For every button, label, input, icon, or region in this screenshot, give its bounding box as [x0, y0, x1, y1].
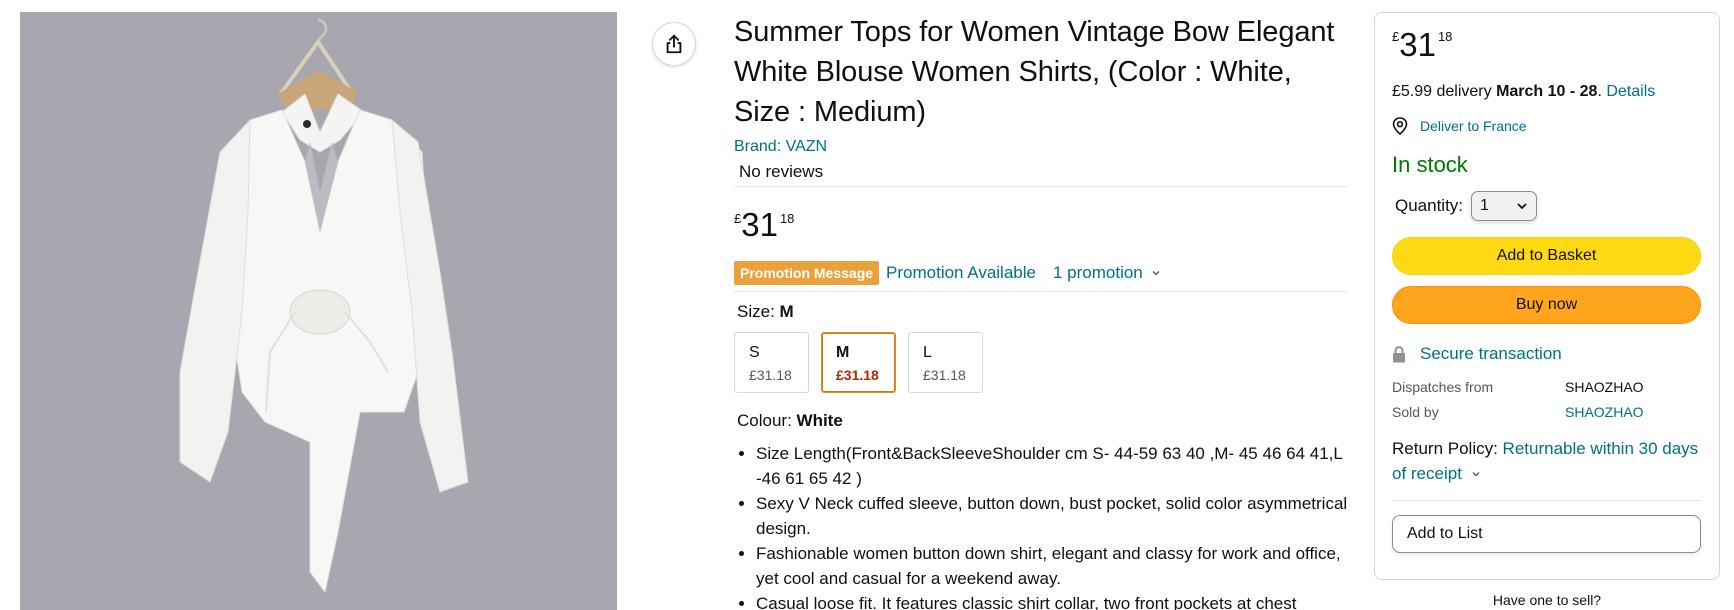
brand-link[interactable]: Brand: VAZN	[734, 136, 1348, 158]
colour-label: Colour: White	[734, 409, 1348, 433]
secure-transaction-label: Secure transaction	[1420, 344, 1562, 363]
promotion-row: Promotion Message Promotion Available 1 …	[734, 259, 1348, 287]
price-whole: 31	[741, 206, 778, 243]
delivery-info: £5.99 delivery March 10 - 28. Details	[1392, 81, 1702, 103]
product-page: Summer Tops for Women Vintage Bow Elegan…	[0, 0, 1734, 610]
size-option-price: £31.18	[836, 367, 879, 383]
chevron-down-icon	[1152, 271, 1160, 276]
price-symbol: £	[1392, 29, 1400, 44]
size-selected: M	[779, 302, 794, 321]
divider	[734, 186, 1348, 187]
quantity-value: 1	[1480, 197, 1489, 214]
product-details: Summer Tops for Women Vintage Bow Elegan…	[734, 12, 1348, 610]
divider	[1392, 500, 1702, 501]
reviews-text: No reviews	[739, 162, 824, 181]
location-pin-icon	[1392, 117, 1408, 135]
size-swatches: S £31.18 M £31.18 L £31.18	[734, 332, 1348, 393]
chevron-down-icon[interactable]	[1471, 469, 1481, 479]
quantity-select[interactable]: 1	[1471, 191, 1538, 221]
secure-transaction-link[interactable]: Secure transaction	[1392, 344, 1702, 364]
promotion-count-label: 1 promotion	[1052, 263, 1143, 282]
chevron-down-icon	[1517, 203, 1527, 210]
return-policy: Return Policy: Returnable within 30 days…	[1392, 436, 1702, 486]
delivery-dates: March 10 - 28	[1496, 83, 1598, 100]
size-option-m[interactable]: M £31.18	[821, 332, 896, 393]
white-blouse-image	[20, 12, 617, 610]
feature-bullets: Size Length(Front&BackSleeveShoulder cm …	[734, 441, 1348, 610]
delivery-fee: £5.99 delivery	[1392, 83, 1497, 100]
size-option-l[interactable]: L £31.18	[908, 332, 983, 393]
buybox-price: £ 31 18	[1392, 27, 1702, 67]
size-option-label: M	[836, 344, 850, 361]
product-title: Summer Tops for Women Vintage Bow Elegan…	[734, 16, 1335, 128]
size-label-text: Size:	[737, 302, 780, 321]
feature-bullet: Size Length(Front&BackSleeveShoulder cm …	[756, 441, 1348, 491]
divider	[734, 291, 1348, 292]
price-whole: 31	[1399, 26, 1436, 63]
size-option-s[interactable]: S £31.18	[734, 332, 809, 393]
promotion-badge: Promotion Message	[734, 261, 880, 285]
colour-selected: White	[796, 411, 843, 430]
dispatches-from-label: Dispatches from	[1392, 379, 1494, 395]
product-image[interactable]	[20, 12, 617, 610]
have-one-to-sell: Have one to sell?	[1492, 592, 1602, 608]
dispatches-from-value: SHAOZHAO	[1565, 379, 1644, 395]
share-icon	[666, 34, 682, 54]
feature-bullet: Fashionable women button down shirt, ele…	[756, 541, 1348, 591]
delivery-details-link[interactable]: Details	[1606, 83, 1655, 100]
size-option-label: L	[923, 344, 932, 361]
feature-bullet: Casual loose fit. It features classic sh…	[756, 591, 1348, 610]
size-option-label: S	[749, 344, 760, 361]
delivery-sep: .	[1597, 83, 1607, 100]
buy-box: £ 31 18 £5.99 delivery March 10 - 28. De…	[1374, 12, 1720, 580]
promotion-count-dropdown[interactable]: 1 promotion	[1053, 263, 1161, 283]
price-symbol: £	[734, 211, 742, 226]
feature-bullet: Sexy V Neck cuffed sleeve, button down, …	[756, 491, 1348, 541]
price-fraction: 18	[779, 211, 795, 226]
quantity-label: Quantity:	[1395, 196, 1464, 215]
size-option-price: £31.18	[749, 367, 792, 383]
quantity-row: Quantity: 1	[1392, 191, 1702, 221]
add-to-basket-button[interactable]: Add to Basket	[1392, 237, 1701, 275]
lock-icon	[1393, 345, 1405, 362]
size-label: Size: M	[734, 300, 1348, 324]
return-policy-label: Return Policy:	[1392, 439, 1503, 458]
promotion-available-link[interactable]: Promotion Available	[886, 263, 1036, 283]
colour-label-text: Colour:	[737, 411, 797, 430]
deliver-to-label: Deliver to France	[1420, 118, 1527, 134]
stock-status: In stock	[1392, 152, 1468, 177]
buy-now-button[interactable]: Buy now	[1392, 286, 1701, 324]
size-option-price: £31.18	[923, 367, 966, 383]
dispatches-from-row: Dispatches from SHAOZHAO	[1392, 378, 1702, 397]
sold-by-row: Sold by SHAOZHAO	[1392, 403, 1702, 422]
deliver-to-link[interactable]: Deliver to France	[1392, 117, 1702, 135]
sold-by-label: Sold by	[1392, 404, 1439, 420]
product-price: £ 31 18	[734, 207, 1348, 247]
sold-by-link[interactable]: SHAOZHAO	[1565, 403, 1644, 422]
share-button[interactable]	[652, 22, 696, 66]
add-to-list-button[interactable]: Add to List	[1392, 515, 1701, 553]
price-fraction: 18	[1437, 29, 1453, 44]
